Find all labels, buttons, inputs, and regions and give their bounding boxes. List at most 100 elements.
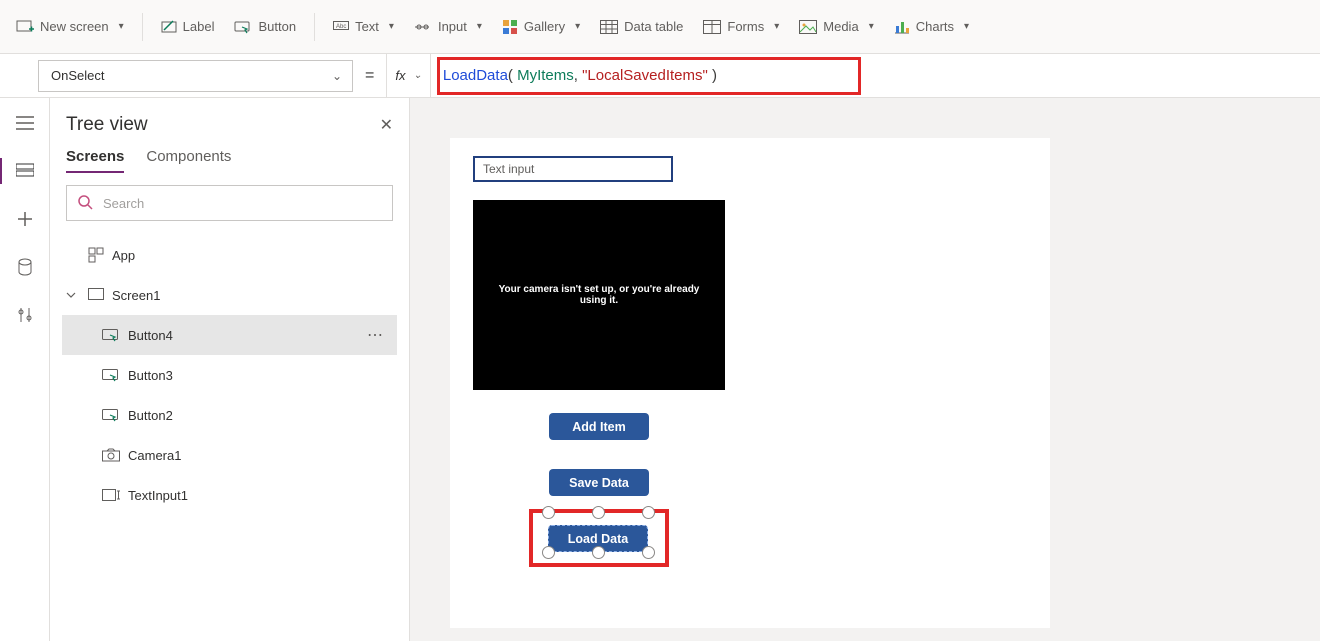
insert-button[interactable]: Button <box>224 13 306 41</box>
insert-gallery-menu[interactable]: Gallery ▾ <box>492 13 590 41</box>
canvas-btn-load-label: Load Data <box>568 532 628 546</box>
insert-datatable[interactable]: Data table <box>590 13 693 40</box>
search-input[interactable]: Search <box>66 185 393 221</box>
tab-components[interactable]: Components <box>146 148 231 173</box>
selection-handle[interactable] <box>542 506 555 519</box>
rail-data[interactable] <box>14 256 36 278</box>
input-icon <box>414 20 432 34</box>
selection-handle[interactable] <box>642 506 655 519</box>
insert-label[interactable]: Label <box>151 13 225 41</box>
chevron-down-icon: ▾ <box>869 21 874 32</box>
insert-charts-menu[interactable]: Charts ▾ <box>884 13 979 40</box>
screen-icon <box>16 18 34 36</box>
button-icon <box>102 328 120 342</box>
formula-token-fn: LoadData <box>443 67 508 84</box>
fx-button[interactable]: fx ⌄ <box>386 54 431 97</box>
insert-forms-menu[interactable]: Forms ▾ <box>693 13 789 40</box>
formula-token-str: "LocalSavedItems" <box>582 67 708 84</box>
tree-row-label: Button4 <box>128 328 173 343</box>
tree-tabs: Screens Components <box>62 148 397 183</box>
tree-row-button3[interactable]: Button3 <box>62 355 397 395</box>
new-screen-label: New screen <box>40 19 109 34</box>
tree-panel: Tree view ✕ Screens Components Search Ap… <box>50 98 410 641</box>
tree-row-label: Camera1 <box>128 448 181 463</box>
camera-icon <box>102 448 120 462</box>
insert-input-menu[interactable]: Input ▾ <box>404 13 492 40</box>
canvas[interactable]: Text input Your camera isn't set up, or … <box>410 98 1320 641</box>
ribbon-separator <box>142 13 143 41</box>
insert-button-text: Button <box>258 19 296 34</box>
insert-input-label: Input <box>438 19 467 34</box>
selection-handle[interactable] <box>642 546 655 559</box>
tree-row-label: Button3 <box>128 368 173 383</box>
chevron-down-icon[interactable] <box>66 290 80 300</box>
rail-hamburger[interactable] <box>14 112 36 134</box>
insert-datatable-label: Data table <box>624 19 683 34</box>
fx-icon: fx <box>395 68 405 83</box>
label-icon <box>161 19 177 35</box>
tree-row-button4[interactable]: Button4 ⋯ <box>62 315 397 355</box>
more-icon[interactable]: ⋯ <box>367 325 385 345</box>
selection-handle[interactable] <box>592 546 605 559</box>
formula-token-open: ( <box>508 67 513 84</box>
app-icon <box>88 247 104 263</box>
chevron-down-icon: ▾ <box>964 21 969 32</box>
tree-row-label: TextInput1 <box>128 488 188 503</box>
canvas-camera[interactable]: Your camera isn't set up, or you're alre… <box>473 200 725 390</box>
screen-icon <box>88 288 104 302</box>
charts-icon <box>894 20 910 34</box>
formula-token-id: MyItems <box>517 67 574 84</box>
formula-token-comma: , <box>574 67 578 84</box>
chevron-down-icon: ▾ <box>119 21 124 32</box>
tree-row-label: Screen1 <box>112 288 160 303</box>
chevron-down-icon: ▾ <box>477 21 482 32</box>
button-icon <box>102 368 120 382</box>
text-icon: Abc <box>333 20 349 34</box>
rail-tools[interactable] <box>14 304 36 326</box>
tree-row-label: App <box>112 248 135 263</box>
insert-charts-label: Charts <box>916 19 954 34</box>
rail-treeview[interactable] <box>14 160 36 182</box>
left-rail <box>0 98 50 641</box>
selection-handle[interactable] <box>592 506 605 519</box>
canvas-screen[interactable]: Text input Your camera isn't set up, or … <box>450 138 1050 628</box>
media-icon <box>799 20 817 34</box>
insert-text-label: Text <box>355 19 379 34</box>
canvas-btn-add[interactable]: Add Item <box>549 413 649 440</box>
button-icon <box>234 19 252 35</box>
property-select[interactable]: OnSelect ⌄ <box>38 60 353 92</box>
chevron-down-icon: ⌄ <box>332 69 342 83</box>
new-screen-menu[interactable]: New screen ▾ <box>6 12 134 42</box>
canvas-camera-msg: Your camera isn't set up, or you're alre… <box>485 284 713 306</box>
ribbon-separator <box>314 13 315 41</box>
search-placeholder: Search <box>103 196 144 211</box>
formula-token-close: ) <box>712 67 717 84</box>
canvas-textinput[interactable]: Text input <box>473 156 673 182</box>
close-icon[interactable]: ✕ <box>380 115 393 135</box>
insert-text-menu[interactable]: Abc Text ▾ <box>323 13 404 40</box>
insert-forms-label: Forms <box>727 19 764 34</box>
insert-gallery-label: Gallery <box>524 19 565 34</box>
equals-sign: = <box>365 67 374 85</box>
tree-list: App Screen1 Button4 ⋯ <box>62 235 397 641</box>
tree-row-screen1[interactable]: Screen1 <box>62 275 397 315</box>
tree-row-label: Button2 <box>128 408 173 423</box>
canvas-btn-save[interactable]: Save Data <box>549 469 649 496</box>
formula-input[interactable]: LoadData( MyItems, "LocalSavedItems" ) <box>431 54 1320 97</box>
selection-handle[interactable] <box>542 546 555 559</box>
tree-row-app[interactable]: App <box>62 235 397 275</box>
chevron-down-icon: ▾ <box>575 21 580 32</box>
canvas-textinput-placeholder: Text input <box>483 162 534 176</box>
work-area: Tree view ✕ Screens Components Search Ap… <box>0 98 1320 641</box>
canvas-btn-add-label: Add Item <box>572 420 625 434</box>
insert-label-text: Label <box>183 19 215 34</box>
insert-media-menu[interactable]: Media ▾ <box>789 13 883 40</box>
tree-title: Tree view <box>66 114 148 136</box>
canvas-btn-load-highlight: Load Data <box>529 509 669 567</box>
rail-insert[interactable] <box>14 208 36 230</box>
tree-row-textinput1[interactable]: TextInput1 <box>62 475 397 515</box>
insert-media-label: Media <box>823 19 858 34</box>
tree-row-camera1[interactable]: Camera1 <box>62 435 397 475</box>
tab-screens[interactable]: Screens <box>66 148 124 173</box>
tree-row-button2[interactable]: Button2 <box>62 395 397 435</box>
